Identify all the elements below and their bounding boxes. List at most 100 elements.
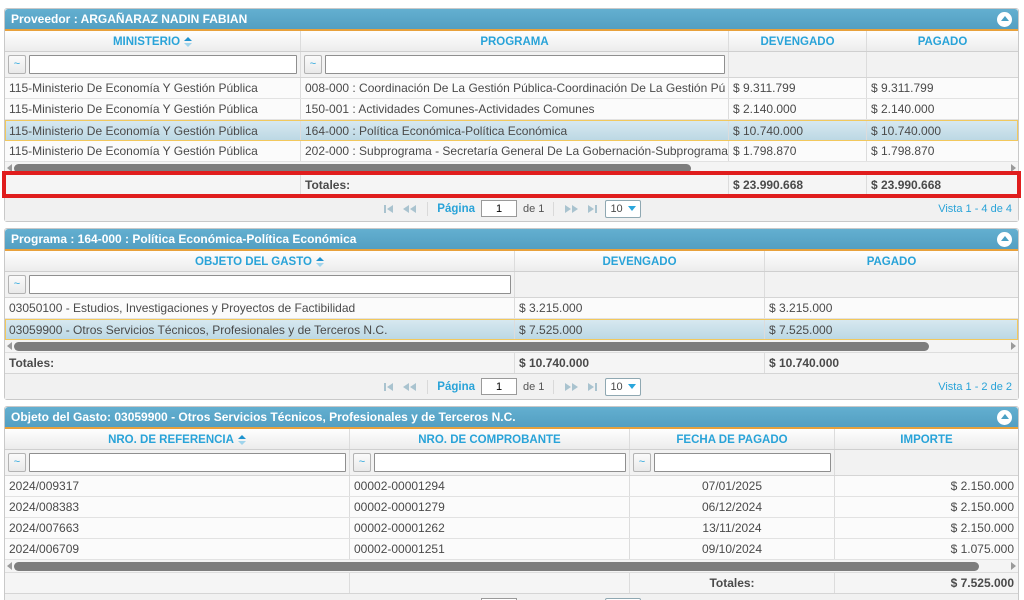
- pager-of-text: de 1: [523, 203, 544, 215]
- page-number-input[interactable]: [481, 200, 517, 217]
- table-row[interactable]: 2024/006709 00002-00001251 09/10/2024 $ …: [5, 539, 1018, 560]
- ministerio-filter-input[interactable]: [29, 55, 297, 74]
- table-row-selected[interactable]: 115-Ministerio De Economía Y Gestión Púb…: [5, 120, 1018, 141]
- pager-prev-icon[interactable]: [401, 383, 418, 391]
- cell-devengado: $ 1.798.870: [729, 141, 867, 161]
- scrollbar-thumb[interactable]: [14, 562, 979, 571]
- scroll-left-icon[interactable]: [7, 164, 12, 172]
- chevron-down-icon: [628, 384, 636, 389]
- totals-label: Totales:: [301, 175, 729, 195]
- filter-cell-referencia: ~: [5, 450, 350, 475]
- column-header-nro-referencia[interactable]: NRO. DE REFERENCIA: [5, 429, 350, 449]
- column-header-pagado[interactable]: PAGADO: [765, 251, 1018, 271]
- pager-next-icon[interactable]: [563, 383, 580, 391]
- pager-prev-icon[interactable]: [401, 205, 418, 213]
- table-row[interactable]: 115-Ministerio De Economía Y Gestión Púb…: [5, 99, 1018, 120]
- totals-row: Totales: $ 10.740.000 $ 10.740.000: [5, 353, 1018, 374]
- page-size-select[interactable]: 10: [605, 378, 640, 396]
- sort-icon: [184, 37, 192, 47]
- cell-ministerio: 115-Ministerio De Economía Y Gestión Púb…: [5, 121, 301, 140]
- scrollbar-thumb[interactable]: [14, 164, 691, 173]
- horizontal-scrollbar: [5, 560, 1018, 573]
- filter-operator-button[interactable]: ~: [304, 55, 322, 74]
- table-row[interactable]: 03050100 - Estudios, Investigaciones y P…: [5, 298, 1018, 319]
- page-size-select[interactable]: 10: [605, 200, 640, 218]
- filter-operator-button[interactable]: ~: [353, 453, 371, 472]
- filter-cell-objeto: ~: [5, 272, 515, 297]
- column-label: DEVENGADO: [602, 256, 676, 268]
- scroll-left-icon[interactable]: [7, 342, 12, 350]
- table-row[interactable]: 115-Ministerio De Economía Y Gestión Púb…: [5, 78, 1018, 99]
- panel-objeto-title: Objeto del Gasto: 03059900 - Otros Servi…: [11, 410, 516, 424]
- cell-fecha: 06/12/2024: [630, 497, 835, 517]
- pager-first-icon[interactable]: [382, 383, 395, 391]
- column-header-objeto-del-gasto[interactable]: OBJETO DEL GASTO: [5, 251, 515, 271]
- totals-empty-cell: [5, 175, 301, 195]
- page-number-input[interactable]: [481, 378, 517, 395]
- totals-devengado: $ 10.740.000: [515, 353, 765, 373]
- scrollbar-thumb[interactable]: [14, 342, 929, 351]
- chevron-down-icon: [628, 206, 636, 211]
- filter-cell-pagado: [765, 272, 1018, 297]
- fecha-filter-input[interactable]: [654, 453, 831, 472]
- referencia-filter-input[interactable]: [29, 453, 346, 472]
- scrollbar-track[interactable]: [14, 164, 1009, 173]
- column-header-programa[interactable]: PROGRAMA: [301, 31, 729, 51]
- panel-programa-title: Programa : 164-000 : Política Económica-…: [11, 232, 356, 246]
- cell-comprobante: 00002-00001294: [350, 476, 630, 496]
- filter-cell-devengado: [515, 272, 765, 297]
- table-row[interactable]: 2024/007663 00002-00001262 13/11/2024 $ …: [5, 518, 1018, 539]
- scroll-right-icon[interactable]: [1011, 342, 1016, 350]
- objeto-filter-input[interactable]: [29, 275, 511, 294]
- scrollbar-track[interactable]: [14, 342, 1009, 351]
- horizontal-scrollbar: [5, 340, 1018, 353]
- column-header-fecha-pagado[interactable]: FECHA DE PAGADO: [630, 429, 835, 449]
- scroll-right-icon[interactable]: [1011, 164, 1016, 172]
- pager-next-icon[interactable]: [563, 205, 580, 213]
- sort-icon: [238, 435, 246, 445]
- filter-operator-button[interactable]: ~: [8, 55, 26, 74]
- panel-proveedor-header: Proveedor : ARGAÑARAZ NADIN FABIAN: [5, 9, 1018, 31]
- cell-programa: 150-001 : Actividades Comunes-Actividade…: [301, 99, 729, 119]
- cell-comprobante: 00002-00001251: [350, 539, 630, 559]
- table-row-selected[interactable]: 03059900 - Otros Servicios Técnicos, Pro…: [5, 319, 1018, 340]
- column-label: NRO. DE REFERENCIA: [108, 434, 234, 446]
- table-row[interactable]: 2024/009317 00002-00001294 07/01/2025 $ …: [5, 476, 1018, 497]
- programa-filter-input[interactable]: [325, 55, 725, 74]
- totals-importe: $ 7.525.000: [835, 573, 1018, 593]
- proveedor-filter-row: ~ ~: [5, 52, 1018, 78]
- filter-cell-pagado: [867, 52, 1018, 77]
- records-vista-text: Vista 1 - 2 de 2: [938, 381, 1012, 393]
- pager-last-icon[interactable]: [586, 205, 599, 213]
- programa-filter-row: ~: [5, 272, 1018, 298]
- table-row[interactable]: 115-Ministerio De Economía Y Gestión Púb…: [5, 141, 1018, 162]
- column-header-nro-comprobante[interactable]: NRO. DE COMPROBANTE: [350, 429, 630, 449]
- proveedor-totals-container: Totales: $ 23.990.668 $ 23.990.668: [5, 175, 1018, 196]
- cell-objeto: 03059900 - Otros Servicios Técnicos, Pro…: [5, 320, 515, 339]
- filter-cell-ministerio: ~: [5, 52, 301, 77]
- cell-importe: $ 1.075.000: [835, 539, 1018, 559]
- column-header-ministerio[interactable]: MINISTERIO: [5, 31, 301, 51]
- table-row[interactable]: 2024/008383 00002-00001279 06/12/2024 $ …: [5, 497, 1018, 518]
- collapse-icon[interactable]: [997, 410, 1012, 425]
- totals-label: Totales:: [5, 353, 515, 373]
- column-header-devengado[interactable]: DEVENGADO: [729, 31, 867, 51]
- column-label: PAGADO: [867, 256, 917, 268]
- collapse-icon[interactable]: [997, 12, 1012, 27]
- cell-ministerio: 115-Ministerio De Economía Y Gestión Púb…: [5, 99, 301, 119]
- column-label: NRO. DE COMPROBANTE: [418, 434, 560, 446]
- filter-operator-button[interactable]: ~: [8, 275, 26, 294]
- filter-operator-button[interactable]: ~: [8, 453, 26, 472]
- scroll-left-icon[interactable]: [7, 562, 12, 570]
- collapse-icon[interactable]: [997, 232, 1012, 247]
- column-header-importe[interactable]: IMPORTE: [835, 429, 1018, 449]
- comprobante-filter-input[interactable]: [374, 453, 626, 472]
- scrollbar-track[interactable]: [14, 562, 1009, 571]
- page-size-value: 10: [610, 381, 622, 393]
- pager-last-icon[interactable]: [586, 383, 599, 391]
- scroll-right-icon[interactable]: [1011, 562, 1016, 570]
- pager-first-icon[interactable]: [382, 205, 395, 213]
- column-header-pagado[interactable]: PAGADO: [867, 31, 1018, 51]
- filter-operator-button[interactable]: ~: [633, 453, 651, 472]
- column-header-devengado[interactable]: DEVENGADO: [515, 251, 765, 271]
